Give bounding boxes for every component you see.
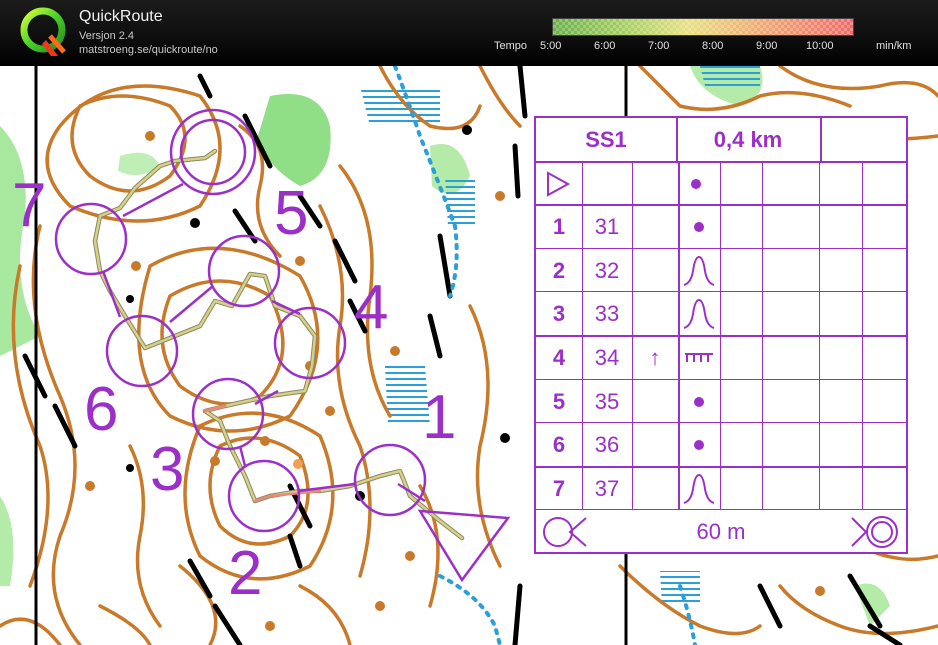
app-url[interactable]: matstroeng.se/quickroute/no — [79, 44, 218, 56]
control-circle-5 — [207, 234, 281, 308]
sheet-grid-line — [720, 161, 721, 511]
control-code: 37 — [594, 475, 620, 501]
tempo-tick: 5:00 — [540, 40, 562, 52]
dot-icon — [691, 178, 701, 189]
control-number: 5 — [552, 388, 566, 414]
app-title: QuickRoute — [79, 8, 163, 25]
knoll-icon — [683, 299, 715, 330]
direction-arrow — [632, 467, 678, 511]
tempo-tick: 8:00 — [702, 40, 724, 52]
direction-arrow — [632, 249, 678, 293]
control-label-5: 5 — [274, 179, 308, 248]
control-label-6: 6 — [84, 375, 118, 444]
earth-bank-icon — [685, 353, 713, 362]
direction-arrow — [632, 423, 678, 467]
control-code: 33 — [594, 301, 620, 327]
direction-arrow — [632, 380, 678, 424]
sheet-grid-line — [762, 161, 763, 511]
tempo-label: Tempo — [494, 40, 528, 52]
start-triangle-icon — [547, 170, 571, 197]
dot-icon — [694, 396, 704, 407]
quickroute-logo-icon — [20, 7, 66, 56]
tempo-tick: 10:00 — [806, 40, 834, 52]
control-number: 2 — [552, 257, 566, 283]
finish-from-control-icon — [543, 517, 587, 548]
orienteering-map[interactable]: 1 2 3 4 5 6 7 SS1 0,4 km 1 31 2 32 3 33 4 34 ↑ 5 35 6… — [0, 66, 938, 645]
control-number: 3 — [552, 301, 566, 327]
control-number: 7 — [552, 475, 566, 501]
app-version: Versjon 2.4 — [79, 30, 135, 42]
control-number: 6 — [552, 432, 566, 458]
control-code: 31 — [594, 214, 620, 240]
course-length: 0,4 km — [713, 127, 783, 152]
direction-arrow: ↑ — [649, 345, 661, 370]
dot-icon — [694, 222, 704, 233]
control-label-3: 3 — [150, 435, 184, 504]
control-code: 34 — [594, 345, 620, 370]
direction-arrow — [632, 292, 678, 336]
control-code: 36 — [594, 432, 620, 458]
sheet-grid-line — [819, 161, 820, 511]
tempo-color-scale — [552, 18, 854, 36]
knoll-icon — [683, 255, 715, 286]
control-label-1: 1 — [422, 383, 456, 452]
control-label-2: 2 — [228, 539, 262, 608]
direction-arrow — [632, 205, 678, 249]
finish-target-icon — [851, 516, 898, 549]
control-label-4: 4 — [354, 273, 388, 342]
knoll-icon — [683, 473, 715, 504]
control-code: 35 — [594, 388, 620, 414]
course-name: SS1 — [585, 127, 627, 152]
tempo-tick: 7:00 — [648, 40, 670, 52]
app-header: QuickRoute Versjon 2.4 matstroeng.se/qui… — [0, 0, 938, 66]
sheet-grid-line — [820, 118, 822, 162]
control-label-7: 7 — [12, 171, 46, 240]
tempo-tick: 9:00 — [756, 40, 778, 52]
control-description-sheet: SS1 0,4 km 1 31 2 32 3 33 4 34 ↑ 5 35 6 36 7 37 60 m — [534, 116, 908, 554]
dot-icon — [694, 440, 704, 451]
control-number: 1 — [552, 214, 566, 240]
control-number: 4 — [552, 345, 566, 370]
sheet-grid-line — [862, 161, 863, 511]
sheet-grid-line — [678, 161, 680, 511]
tempo-unit: min/km — [876, 40, 912, 52]
control-code: 32 — [594, 257, 620, 283]
finish-distance: 60 m — [696, 519, 746, 545]
tempo-tick: 6:00 — [594, 40, 616, 52]
